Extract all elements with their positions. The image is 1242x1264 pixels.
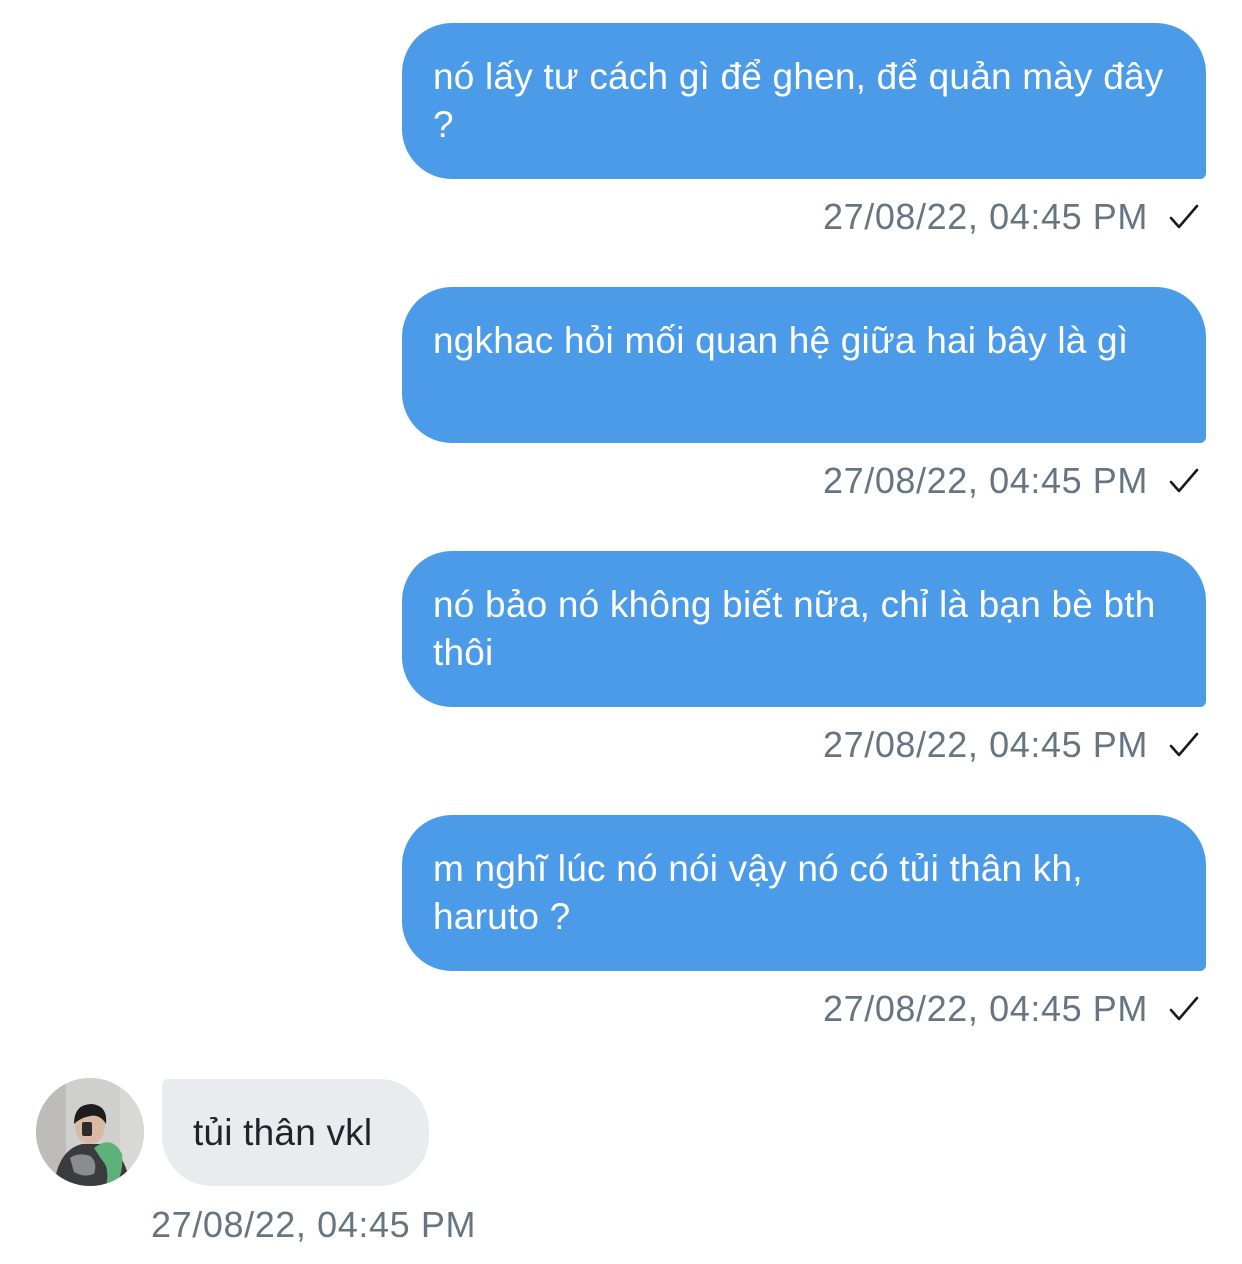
outgoing-message-bubble[interactable]: nó lấy tư cách gì để ghen, để quản mày đ… xyxy=(402,23,1206,179)
checkmark-icon xyxy=(1168,731,1200,759)
outgoing-message-bubble[interactable]: m nghĩ lúc nó nói vậy nó có tủi thân kh,… xyxy=(402,815,1206,971)
message-text: ngkhac hỏi mối quan hệ giữa hai bây là g… xyxy=(433,320,1129,361)
message-text: nó bảo nó không biết nữa, chỉ là bạn bè … xyxy=(433,584,1156,673)
message-timestamp: 27/08/22, 04:45 PM xyxy=(822,460,1148,501)
outgoing-message-bubble[interactable]: ngkhac hỏi mối quan hệ giữa hai bây là g… xyxy=(402,287,1206,443)
checkmark-icon xyxy=(1168,467,1200,495)
outgoing-message-bubble[interactable]: nó bảo nó không biết nữa, chỉ là bạn bè … xyxy=(402,551,1206,707)
incoming-message-bubble[interactable]: tủi thân vkl xyxy=(162,1079,429,1186)
message-timestamp: 27/08/22, 04:45 PM xyxy=(822,988,1148,1029)
user-avatar-photo xyxy=(36,1078,144,1186)
message-timestamp: 27/08/22, 04:45 PM xyxy=(151,1204,477,1245)
avatar[interactable] xyxy=(36,1078,144,1186)
message-timestamp: 27/08/22, 04:45 PM xyxy=(822,724,1148,765)
checkmark-icon xyxy=(1168,203,1200,231)
message-timestamp: 27/08/22, 04:45 PM xyxy=(822,196,1148,237)
checkmark-icon xyxy=(1168,995,1200,1023)
message-text: m nghĩ lúc nó nói vậy nó có tủi thân kh,… xyxy=(433,848,1083,937)
message-text: nó lấy tư cách gì để ghen, để quản mày đ… xyxy=(433,56,1164,145)
message-text: tủi thân vkl xyxy=(193,1112,373,1153)
